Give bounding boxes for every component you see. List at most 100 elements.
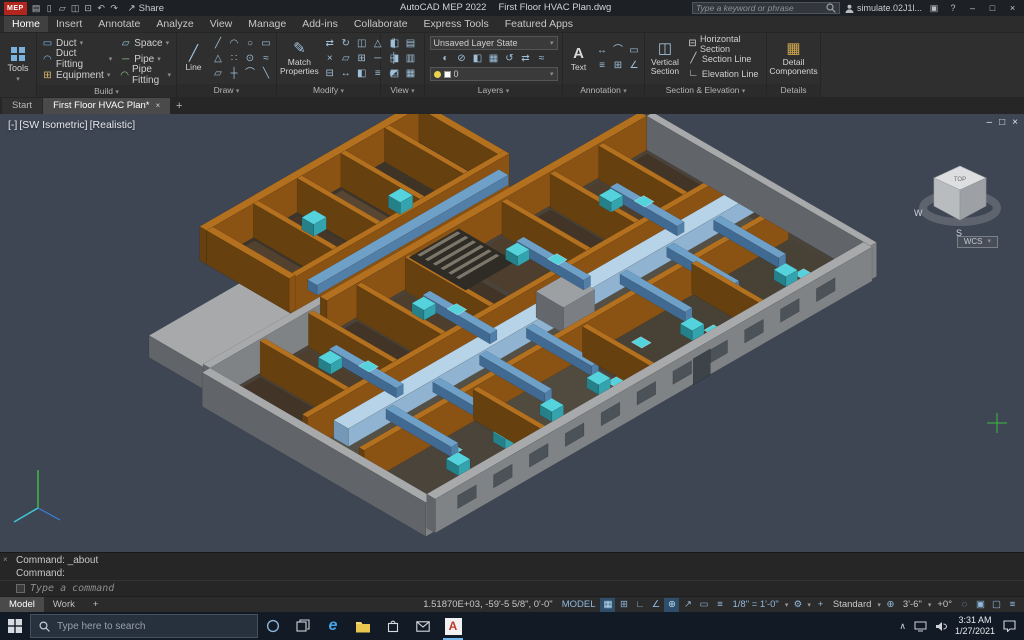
new-layout-button[interactable]: + [84,597,108,613]
workspace-switching-icon[interactable]: ⚙ [790,598,805,612]
draw-tools-2-icon[interactable]: ◠ [227,37,241,51]
angle-readout[interactable]: +0° [933,599,956,610]
isolate-objects-icon[interactable]: ◌ [957,598,972,612]
new-tab-button[interactable]: + [171,98,187,114]
annotation-tools-2-icon[interactable]: ⌒ [611,44,625,58]
draw-tools-8-icon[interactable]: ≈ [259,52,273,66]
layer-tools-4-icon[interactable]: ▦ [487,52,501,66]
view-tools-4-icon[interactable]: ▥ [404,52,418,66]
draw-tools-7-icon[interactable]: ⊙ [243,52,257,66]
view-tools-5-icon[interactable]: ◩ [388,67,402,81]
draw-tools-6-icon[interactable]: ∷ [227,52,241,66]
view-tools-3-icon[interactable]: ◨ [388,52,402,66]
hidden-icons-button[interactable]: ∧ [899,621,906,632]
modify-panel-label[interactable]: Modify ▾ [277,84,380,97]
elevation-line-button[interactable]: ∟ Elevation Line [686,67,763,81]
graphics-performance-icon[interactable]: ▣ [973,598,988,612]
view-tools-1-icon[interactable]: ◧ [388,37,402,51]
grid-display-icon[interactable]: ▦ [600,597,616,612]
line-button[interactable]: ╱ Line [180,35,207,82]
modify-tools-13-icon[interactable]: ◧ [355,67,369,81]
command-customize-icon[interactable] [16,584,25,593]
visual-style-control[interactable]: [Realistic] [90,119,136,131]
layers-panel-label[interactable]: Layers ▾ [425,84,562,97]
modify-tools-12-icon[interactable]: ↔ [339,67,353,81]
tab-current-drawing[interactable]: First Floor HVAC Plan* × [43,98,171,114]
tab-start[interactable]: Start [2,98,43,114]
maximize-button[interactable]: □ [985,0,1000,16]
modify-tools-1-icon[interactable]: ⇄ [323,37,337,51]
annotation-tools-6-icon[interactable]: ∠ [627,59,641,73]
start-button[interactable] [0,612,30,640]
layer-state-dropdown[interactable]: Unsaved Layer State ▾ [429,36,558,50]
task-view-button[interactable] [288,612,318,640]
menu-tab-featured-apps[interactable]: Featured Apps [497,16,581,32]
modify-tools-7-icon[interactable]: ▱ [339,52,353,66]
save-file-icon[interactable]: ◫ [69,3,82,14]
standard-style-dropdown[interactable]: Standard [829,599,876,610]
annotation-tools-4-icon[interactable]: ≡ [595,59,609,73]
search-icon[interactable] [826,3,836,13]
store-button[interactable] [378,612,408,640]
layer-tools-3-icon[interactable]: ◧ [471,52,485,66]
annotation-tools-3-icon[interactable]: ▭ [627,44,641,58]
draw-tools-1-icon[interactable]: ╱ [211,37,225,51]
draw-tools-5-icon[interactable]: △ [211,52,225,66]
layer-tools-1-icon[interactable]: ◐ [439,52,453,66]
layer-tools-5-icon[interactable]: ↺ [503,52,517,66]
object-snap-icon[interactable]: ⊕ [664,597,680,612]
layer-tools-6-icon[interactable]: ⇄ [519,52,533,66]
annotation-tools-1-icon[interactable]: ↔ [595,44,609,58]
model-space-button[interactable]: MODEL [558,599,600,610]
annotation-tools-5-icon[interactable]: ⊞ [611,59,625,73]
layer-tools-7-icon[interactable]: ≈ [535,52,549,66]
redo-icon[interactable]: ↷ [108,3,121,14]
view-control[interactable]: [SW Isometric] [19,119,87,131]
draw-tools-11-icon[interactable]: ⌒ [243,67,257,81]
menu-tab-express-tools[interactable]: Express Tools [416,16,497,32]
viewport-restore-icon[interactable]: □ [999,117,1005,128]
menu-tab-view[interactable]: View [202,16,241,32]
network-icon[interactable] [914,621,927,632]
detail-components-button[interactable]: ▦ Detail Components [769,35,817,82]
close-tab-icon[interactable]: × [156,98,161,114]
layer-dropdown[interactable]: 0 ▾ [429,67,558,81]
draw-tools-9-icon[interactable]: ▱ [211,67,225,81]
new-file-icon[interactable]: ▯ [43,3,56,14]
object-snap-tracking-icon[interactable]: ↗ [680,598,695,612]
ortho-mode-icon[interactable]: ∟ [632,598,647,612]
lineweight-icon[interactable]: ≡ [712,598,727,612]
clean-screen-icon[interactable]: ▢ [989,598,1004,612]
details-panel-label[interactable]: Details [767,84,820,97]
help-icon[interactable]: ? [946,3,960,13]
modify-tools-8-icon[interactable]: ⊞ [355,52,369,66]
cortana-button[interactable] [258,612,288,640]
layer-tools-2-icon[interactable]: ⊘ [455,52,469,66]
command-close-icon[interactable]: × [3,555,8,564]
mail-button[interactable] [408,612,438,640]
tab-model[interactable]: Model [0,596,44,613]
horizontal-section-button[interactable]: ⊟ Horizontal Section [686,34,763,54]
taskbar-search-input[interactable] [57,620,249,632]
view-panel-label[interactable]: View ▾ [381,84,424,97]
vertical-section-button[interactable]: ◫ Vertical Section [648,35,682,82]
tools-button[interactable]: Tools ▾ [0,33,37,97]
help-search-input[interactable] [695,3,823,13]
dynamic-input-icon[interactable]: ▭ [696,598,711,612]
model-3d[interactable] [0,114,1024,552]
compass-west-label[interactable]: W [914,208,923,218]
plot-icon[interactable]: ⊡ [82,3,95,14]
app-menu-icon[interactable]: ▤ [30,3,43,14]
taskbar-clock[interactable]: 3:31 AM 1/27/2021 [955,615,995,637]
elevation-target-icon[interactable]: ⊕ [883,598,898,612]
viewport-minimize-icon[interactable]: – [987,117,993,128]
menu-tab-analyze[interactable]: Analyze [148,16,201,32]
command-input[interactable] [30,583,1024,594]
view-tools-2-icon[interactable]: ▤ [404,37,418,51]
close-button[interactable]: × [1005,0,1020,16]
viewport-close-icon[interactable]: × [1012,117,1018,128]
snap-mode-icon[interactable]: ⊞ [616,598,631,612]
duct-fitting-button[interactable]: ◠ Duct Fitting ▾ [40,48,114,70]
equipment-button[interactable]: ⊞ Equipment ▾ [40,67,114,83]
menu-tab-add-ins[interactable]: Add-ins [294,16,346,32]
